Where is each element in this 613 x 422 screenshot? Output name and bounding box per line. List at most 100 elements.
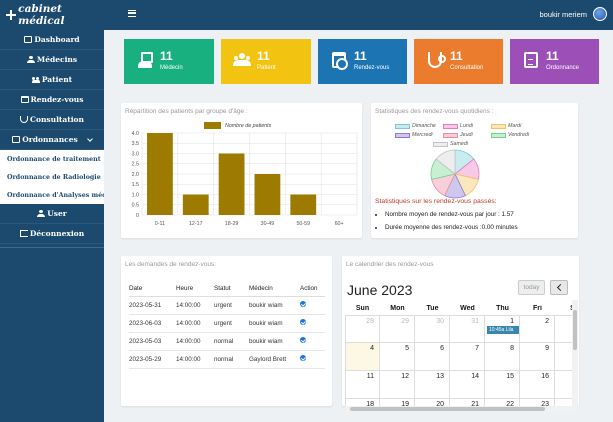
stat-label: Médecin [160, 65, 183, 71]
brand[interactable]: cabinet médical [0, 0, 104, 30]
monitor-icon [24, 36, 33, 43]
calendar-day-cell[interactable]: 30 [415, 315, 450, 343]
prev-month-button[interactable] [550, 280, 568, 295]
stat-card-patient[interactable]: 11 Patient [221, 39, 311, 84]
stat-card-rendez-vous[interactable]: 11 Rendez-vous [318, 39, 407, 84]
calendar-day-cell[interactable]: 5 [380, 343, 415, 371]
chevron-down-icon [86, 135, 93, 142]
table-row: 2023-05-29 14:00:00 normal Gaylord Brett [129, 350, 325, 369]
day-header: Sun [355, 305, 370, 312]
daily-stats-panel: Statistiques des rendez-vous quotidiens … [371, 103, 578, 238]
table-header-row: Date Heure Statut Médecin Action [129, 284, 325, 297]
stat-label: Ordonnance [546, 65, 580, 71]
table-row: 2023-05-03 14:00:00 normal boukir wiam [129, 332, 325, 351]
medical-cross-icon [6, 10, 17, 20]
stethoscope-icon [428, 52, 446, 68]
x-tick-label: 30-49 [261, 221, 275, 227]
sidebar-item-label: Dashboard [34, 35, 80, 44]
calendar-day-cell[interactable]: 14 [450, 371, 485, 399]
stat-card-consultation[interactable]: 11 Consultation [414, 39, 503, 84]
y-tick-label: 0 [136, 213, 139, 219]
submenu-item-analyses[interactable]: Ordonnance d'Analyses médicales [0, 186, 104, 204]
calendar-day-cell[interactable]: 16 [520, 371, 555, 399]
confirm-check-icon[interactable] [300, 337, 306, 343]
calendar-day-cell[interactable]: 12 [380, 371, 415, 399]
calendar-day-cell[interactable]: 31 [450, 315, 485, 343]
sidebar-item-label: Médecins [36, 55, 78, 64]
calendar-day-cell[interactable]: 4 [345, 343, 380, 371]
bar[interactable] [182, 194, 209, 216]
calendar-day-cell[interactable]: 13 [415, 371, 450, 399]
horizontal-scrollbar-thumb[interactable] [350, 407, 545, 411]
column-header: Date [129, 284, 176, 297]
calendar-clock-icon [332, 52, 348, 70]
x-tick-label: 60+ [335, 221, 344, 227]
avatar[interactable] [593, 7, 607, 21]
age-bar-chart: 0 0.5 1.0 1.5 2.0 2.5 3.0 3.5 4.0 0-11 12-17 18-29 3… [132, 131, 358, 227]
user-icon [37, 210, 46, 217]
submenu-item-traitement[interactable]: Ordonnance de traitement [0, 150, 104, 168]
calendar-day-cell[interactable]: 8 [485, 343, 520, 371]
vertical-scrollbar-thumb[interactable] [573, 310, 577, 350]
cell-doctor: boukir wiam [249, 332, 300, 351]
ordonnances-submenu: Ordonnance de traitement Ordonnance de R… [0, 150, 104, 204]
calendar-day-cell[interactable]: 2 [520, 315, 555, 343]
column-header: Action [300, 284, 325, 297]
calendar-day-cell[interactable]: 6 [415, 343, 450, 371]
sidebar-item-ordonnances[interactable]: Ordonnances [0, 130, 104, 150]
y-tick-label: 3.0 [132, 151, 139, 157]
calendar-month-title: June 2023 [347, 282, 413, 298]
calendar-day-cell[interactable]: 3 [555, 315, 573, 343]
cell-doctor: boukir wiam [249, 314, 300, 333]
bar[interactable] [218, 153, 245, 216]
menu-toggle-icon[interactable] [128, 10, 136, 17]
submenu-item-radiologie[interactable]: Ordonnance de Radiologie [0, 168, 104, 186]
confirm-check-icon[interactable] [300, 355, 306, 361]
stat-card-ordonnance[interactable]: 11 Ordonnance [510, 39, 599, 84]
y-tick-label: 1.5 [132, 182, 139, 188]
confirm-check-icon[interactable] [300, 319, 306, 325]
calendar-day-cell[interactable]: 15 [485, 371, 520, 399]
sidebar-item-patient[interactable]: Patient [0, 70, 104, 90]
sidebar-item-label: Consultation [29, 115, 85, 124]
calendar-event[interactable]: 10:45a Lila [487, 326, 519, 334]
sidebar-item-rendez-vous[interactable]: Rendez-vous [0, 90, 104, 110]
sidebar-item-user[interactable]: User [0, 204, 104, 224]
sidebar-item-dashboard[interactable]: Dashboard [0, 30, 104, 50]
table-row: 2023-06-03 14:00:00 urgent boukir wiam [129, 314, 325, 333]
user-name[interactable]: boukir meriem [539, 10, 587, 19]
stethoscope-icon [19, 116, 28, 123]
cell-time: 14:00:00 [176, 350, 214, 369]
cell-status: normal [214, 350, 249, 369]
confirm-check-icon[interactable] [300, 301, 306, 307]
calendar-day-cell[interactable]: 29 [380, 315, 415, 343]
x-tick-label: 50-59 [296, 221, 310, 227]
calendar-day-cell[interactable]: 28 [345, 315, 380, 343]
calendar-day-cell[interactable]: 9 [520, 343, 555, 371]
document-icon [524, 52, 538, 68]
stat-value: 11 [546, 49, 559, 63]
bar[interactable] [290, 194, 317, 216]
sidebar-item-medecins[interactable]: Médecins [0, 50, 104, 70]
requests-panel: Les demandes de rendez-vous: Date Heure … [121, 256, 332, 406]
today-button[interactable]: today [518, 280, 545, 295]
y-tick-label: 3.5 [132, 141, 139, 147]
calendar-day-cell[interactable]: 10 [555, 343, 573, 371]
bar[interactable] [254, 174, 281, 215]
calendar-day-cell[interactable]: 7 [450, 343, 485, 371]
x-tick-label: 18-29 [225, 221, 239, 227]
calendar-icon [20, 96, 29, 103]
cell-date: 2023-05-29 [129, 350, 176, 369]
x-tick-label: 0-11 [155, 221, 165, 227]
bar[interactable] [147, 133, 173, 215]
y-tick-label: 4.0 [132, 131, 139, 137]
calendar-day-cell[interactable]: 17 [555, 371, 573, 399]
stat-card-medecin[interactable]: 11 Médecin [124, 39, 214, 84]
calendar-day-cell[interactable]: 11 [345, 371, 380, 399]
sidebar-item-consultation[interactable]: Consultation [0, 110, 104, 130]
cell-time: 14:00:00 [176, 314, 214, 333]
y-tick-label: 2.0 [132, 172, 139, 178]
age-chart-panel: Répartition des patients par groupe d'âg… [121, 103, 362, 238]
sidebar-item-label: Ordonnances [22, 135, 78, 144]
sidebar-item-deconnexion[interactable]: Déconnexion [0, 224, 104, 244]
